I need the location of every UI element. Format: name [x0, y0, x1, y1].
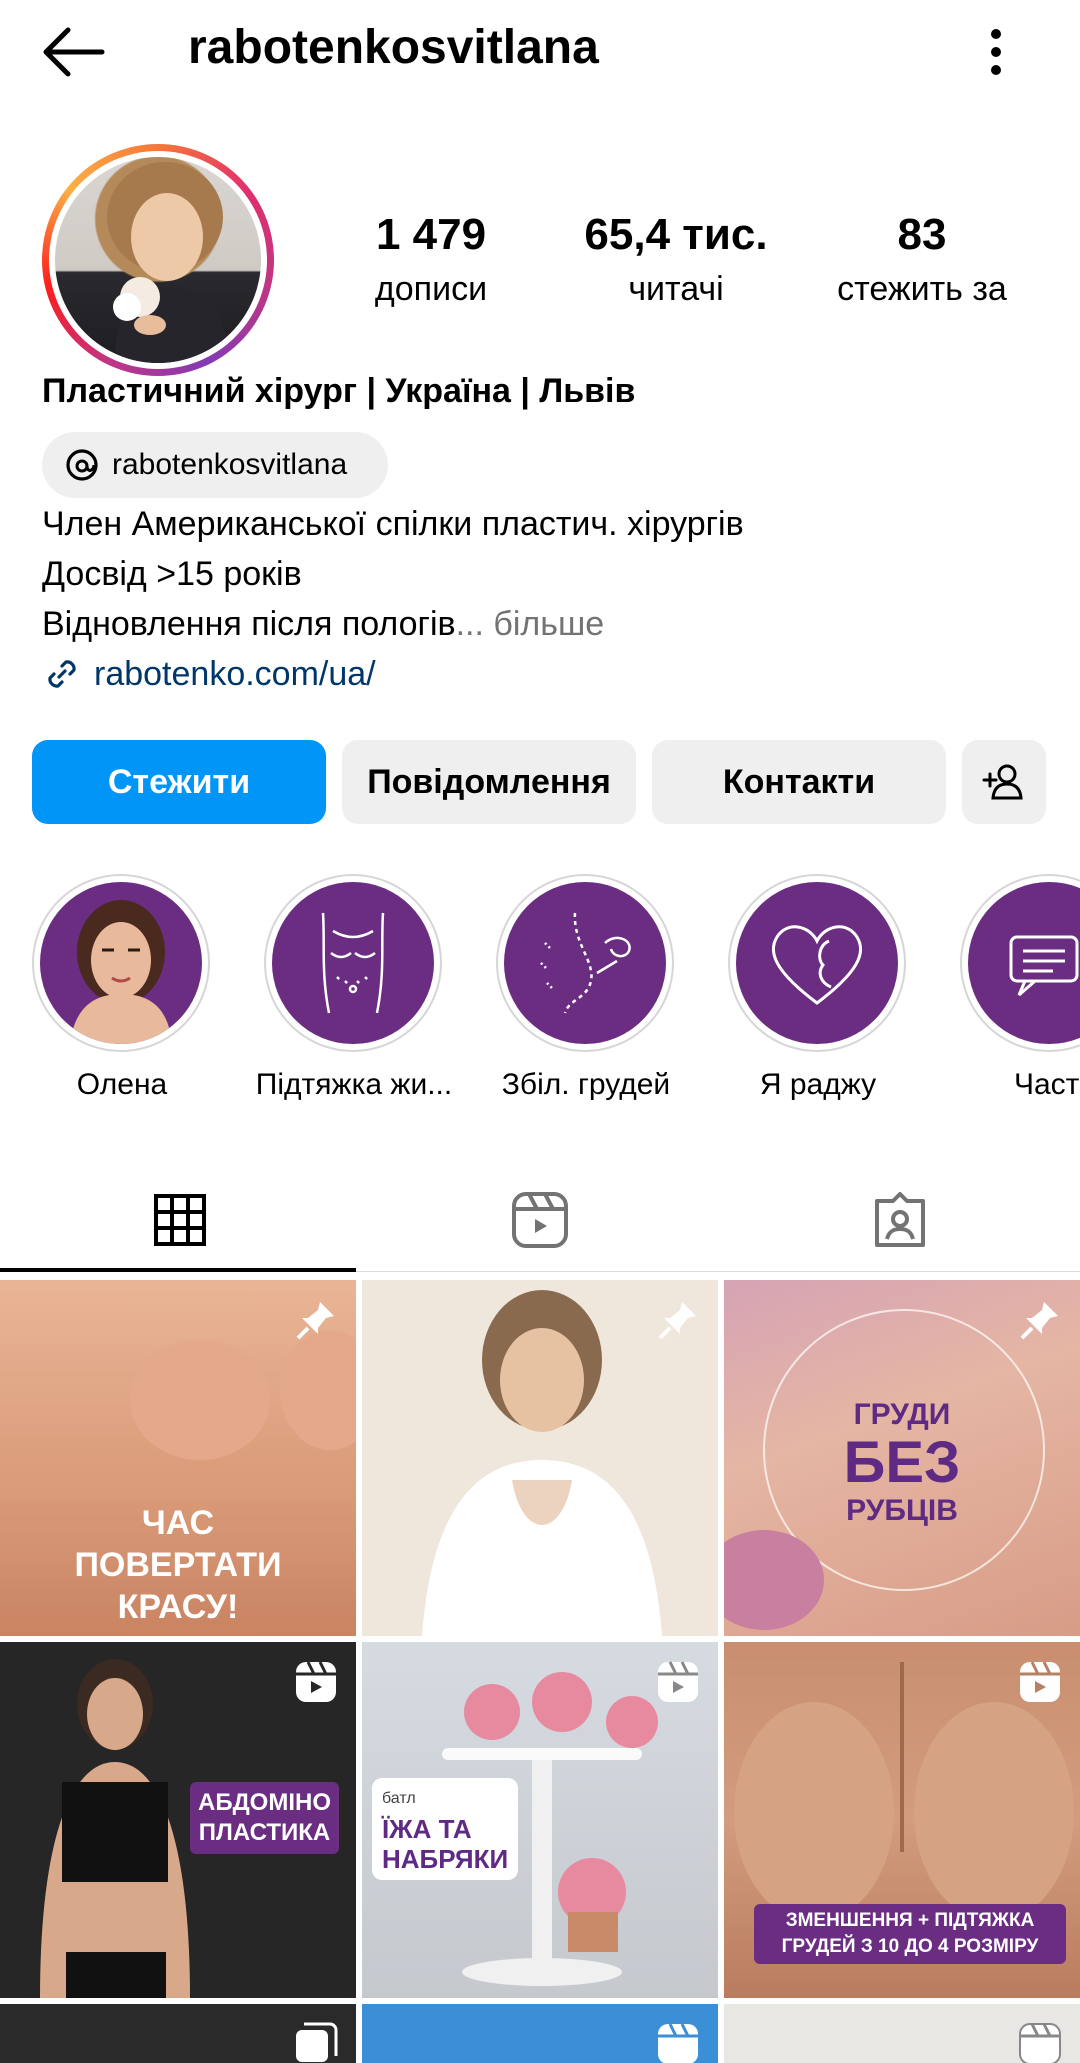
post-text-line: ЇЖА ТА: [382, 1814, 472, 1844]
bio-line-1: Член Американської спілки пластич. хірур…: [42, 505, 744, 543]
post-text-line: ГРУДИ: [853, 1398, 951, 1431]
post-small-label: батл: [382, 1790, 416, 1807]
highlight-label: Я раджу: [759, 1068, 877, 1101]
highlight-label: Олена: [76, 1068, 168, 1101]
tab-tagged[interactable]: [720, 1170, 1080, 1270]
following-count-label: стежить за: [837, 270, 1007, 308]
following-count-value: 83: [897, 210, 947, 259]
more-options-icon[interactable]: [972, 20, 1020, 84]
highlight-label: Підтяжка жи...: [255, 1068, 453, 1101]
avatar[interactable]: [55, 157, 261, 363]
bio-link[interactable]: rabotenko.com/ua/: [42, 654, 376, 694]
post-text-line: ПОВЕРТАТИ: [74, 1546, 282, 1584]
bio-line-3: Відновлення після пологів... більше: [42, 605, 604, 644]
tagged-icon: [875, 1192, 925, 1247]
post-text-line: БЕЗ: [843, 1430, 961, 1495]
message-button[interactable]: Повідомлення: [342, 740, 636, 824]
followers-count[interactable]: 65,4 тис. читачі: [556, 210, 796, 309]
tab-grid[interactable]: [0, 1170, 360, 1270]
highlight-label: Збіл. грудей: [501, 1068, 671, 1101]
reels-icon: [512, 1192, 568, 1248]
posts-count[interactable]: 1 479 дописи: [311, 210, 551, 309]
bio-link-text[interactable]: rabotenko.com/ua/: [94, 655, 376, 694]
post-text-line: РУБЦІВ: [846, 1494, 958, 1527]
tab-reels[interactable]: [360, 1170, 720, 1270]
followers-count-value: 65,4 тис.: [584, 210, 768, 259]
reel-icon: [1018, 2022, 1062, 2063]
reel-icon: [1018, 1660, 1062, 1704]
carousel-icon: [294, 2022, 338, 2063]
highlight-olena[interactable]: Олена: [32, 874, 212, 1102]
highlight-label: Часті: [1013, 1068, 1080, 1101]
grid-icon: [154, 1194, 206, 1246]
pin-icon: [1018, 1298, 1062, 1342]
follow-button[interactable]: Стежити: [32, 740, 326, 824]
torso-outline-icon: [272, 882, 434, 1044]
reel-icon: [656, 2022, 700, 2063]
pin-icon: [656, 1298, 700, 1342]
highlight-lift[interactable]: Підтяжка жи...: [256, 874, 452, 1102]
active-tab-indicator: [0, 1268, 356, 1272]
threads-badge[interactable]: rabotenkosvitlana: [42, 432, 388, 498]
profile-username: rabotenkosvitlana: [188, 21, 599, 74]
post-text-line: ЧАС: [141, 1504, 215, 1542]
post-text-line: ГРУДЕЙ З 10 ДО 4 РОЗМІРУ: [781, 1936, 1039, 1957]
highlight-breast[interactable]: Збіл. грудей: [496, 874, 676, 1102]
post-thumbnail[interactable]: [362, 1280, 718, 1636]
post-text-line: НАБРЯКИ: [382, 1844, 509, 1874]
post-text-line: ЗМЕНШЕННЯ + ПІДТЯЖКА: [785, 1910, 1035, 1931]
breast-profile-icon: [504, 882, 666, 1044]
chat-bubbles-icon: [968, 882, 1080, 1044]
post-thumbnail[interactable]: АБДОМІНО ПЛАСТИКА: [0, 1642, 356, 1998]
bio-more-link[interactable]: ... більше: [456, 605, 605, 643]
highlight-faq[interactable]: Часті: [960, 874, 1080, 1102]
post-text-line: КРАСУ!: [117, 1588, 239, 1626]
threads-handle: rabotenkosvitlana: [112, 448, 348, 481]
post-thumbnail[interactable]: [362, 2004, 718, 2063]
post-text-line: АБДОМІНО: [198, 1789, 332, 1816]
back-arrow-icon[interactable]: [40, 22, 106, 82]
post-thumbnail[interactable]: ГРУДИ БЕЗ РУБЦІВ: [724, 1280, 1080, 1636]
portrait-photo: [40, 882, 202, 1044]
bio-line-3-text: Відновлення після пологів: [42, 605, 456, 643]
bio-line-2: Досвід >15 років: [42, 555, 302, 593]
followers-count-label: читачі: [628, 270, 724, 308]
post-thumbnail[interactable]: [0, 2004, 356, 2063]
reel-icon: [656, 1660, 700, 1704]
heart-face-icon: [736, 882, 898, 1044]
contacts-button[interactable]: Контакти: [652, 740, 946, 824]
post-thumbnail[interactable]: батл ЇЖА ТА НАБРЯКИ: [362, 1642, 718, 1998]
post-thumbnail[interactable]: [724, 2004, 1080, 2063]
post-thumbnail[interactable]: ЗМЕНШЕННЯ + ПІДТЯЖКА ГРУДЕЙ З 10 ДО 4 РО…: [724, 1642, 1080, 1998]
add-user-button[interactable]: [962, 740, 1046, 824]
posts-count-label: дописи: [374, 270, 488, 308]
posts-count-value: 1 479: [375, 210, 487, 259]
highlight-recommend[interactable]: Я раджу: [728, 874, 908, 1102]
pin-icon: [294, 1298, 338, 1342]
bio-title: Пластичний хірург | Україна | Львів: [42, 372, 636, 410]
post-thumbnail[interactable]: ЧАС ПОВЕРТАТИ КРАСУ!: [0, 1280, 356, 1636]
link-icon: [42, 654, 82, 694]
add-user-icon: [982, 764, 1023, 800]
post-text-line: ПЛАСТИКА: [198, 1819, 331, 1846]
threads-icon: [64, 447, 100, 483]
following-count[interactable]: 83 стежить за: [802, 210, 1042, 309]
reel-icon: [294, 1660, 338, 1704]
